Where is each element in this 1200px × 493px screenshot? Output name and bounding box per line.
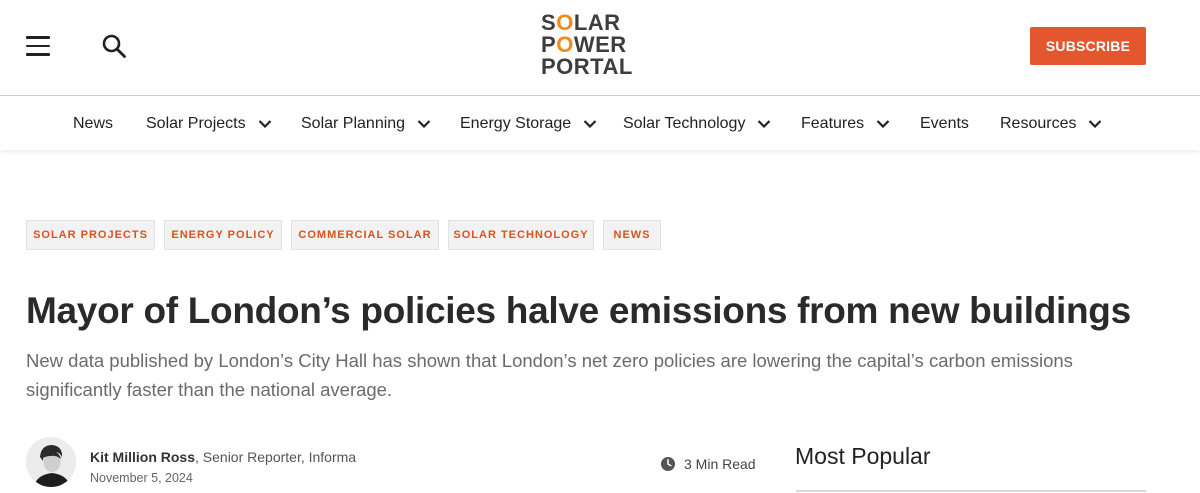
menu-icon[interactable] <box>26 36 50 56</box>
nav-item-features[interactable]: Features <box>801 97 890 150</box>
nav-item-label: Resources <box>1000 114 1077 132</box>
chevron-down-icon <box>258 119 271 128</box>
nav-item-label: Solar Technology <box>623 114 746 132</box>
most-popular-heading: Most Popular <box>795 443 931 469</box>
nav-item-resources[interactable]: Resources <box>1000 97 1102 150</box>
nav-item-solar-planning[interactable]: Solar Planning <box>301 97 431 150</box>
article-subtitle: New data published by London’s City Hall… <box>26 350 1073 400</box>
tag-news[interactable]: NEWS <box>603 220 661 250</box>
main-nav: News Solar Projects Solar Planning Energ… <box>0 97 1200 150</box>
nav-item-solar-technology[interactable]: Solar Technology <box>623 97 771 150</box>
chevron-down-icon <box>583 119 597 128</box>
subscribe-button[interactable]: SUBSCRIBE <box>1030 27 1146 65</box>
read-time-label: 3 Min Read <box>684 456 756 472</box>
most-popular-divider <box>796 490 1146 492</box>
logo-line-3: PORTAL <box>541 54 633 79</box>
logo-line-1: SOLAR <box>541 10 621 35</box>
article-title: Mayor of London’s policies halve emissio… <box>26 290 1131 331</box>
site-logo[interactable]: SOLAR POWER PORTAL <box>541 12 633 82</box>
site-header: SOLAR POWER PORTAL SUBSCRIBE <box>0 0 1200 96</box>
chevron-down-icon <box>1089 119 1102 128</box>
nav-item-label: News <box>73 114 114 132</box>
tag-commercial-solar[interactable]: COMMERCIAL SOLAR <box>291 220 439 250</box>
chevron-down-icon <box>758 119 771 128</box>
search-icon[interactable] <box>101 33 127 59</box>
nav-item-label: Events <box>920 114 969 132</box>
nav-item-label: Features <box>801 114 865 132</box>
author-role: , Senior Reporter, Informa <box>195 449 357 465</box>
nav-item-news[interactable]: News <box>73 97 113 150</box>
chevron-down-icon <box>417 119 431 128</box>
nav-item-energy-storage[interactable]: Energy Storage <box>460 97 597 150</box>
nav-item-events[interactable]: Events <box>920 97 969 150</box>
author-name[interactable]: Kit Million Ross <box>90 449 195 465</box>
nav-item-label: Solar Planning <box>301 114 406 132</box>
tag-energy-policy[interactable]: ENERGY POLICY <box>164 220 282 250</box>
tag-solar-projects[interactable]: SOLAR PROJECTS <box>26 220 155 250</box>
nav-item-label: Solar Projects <box>146 114 246 132</box>
nav-item-solar-projects[interactable]: Solar Projects <box>146 97 272 150</box>
logo-line-2: POWER <box>541 32 627 57</box>
tag-solar-technology[interactable]: SOLAR TECHNOLOGY <box>448 220 594 250</box>
read-time: 3 Min Read <box>660 456 756 472</box>
chevron-down-icon <box>876 119 890 128</box>
publish-date: November 5, 2024 <box>90 471 193 485</box>
author-byline: Kit Million Ross, Senior Reporter, Infor… <box>90 449 356 465</box>
clock-icon <box>661 457 675 471</box>
author-avatar[interactable] <box>26 437 76 487</box>
nav-item-label: Energy Storage <box>460 114 572 132</box>
